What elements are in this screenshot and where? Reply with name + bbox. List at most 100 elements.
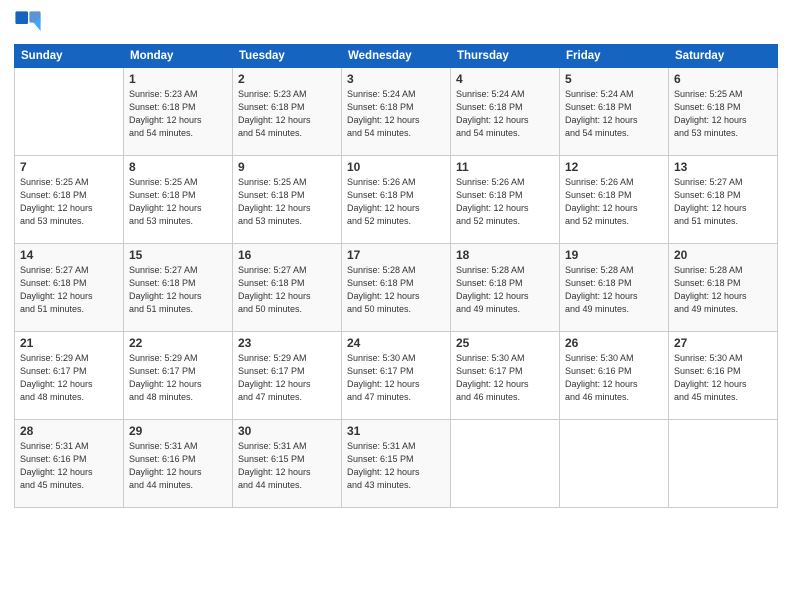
cell-sun-info: Sunrise: 5:27 AM Sunset: 6:18 PM Dayligh… bbox=[20, 264, 118, 316]
calendar-cell: 18 Sunrise: 5:28 AM Sunset: 6:18 PM Dayli… bbox=[451, 244, 560, 332]
cell-sun-info: Sunrise: 5:26 AM Sunset: 6:18 PM Dayligh… bbox=[347, 176, 445, 228]
cell-sun-info: Sunrise: 5:30 AM Sunset: 6:17 PM Dayligh… bbox=[347, 352, 445, 404]
calendar-cell: 23 Sunrise: 5:29 AM Sunset: 6:17 PM Dayli… bbox=[233, 332, 342, 420]
calendar-cell: 19 Sunrise: 5:28 AM Sunset: 6:18 PM Dayli… bbox=[560, 244, 669, 332]
day-number: 13 bbox=[674, 160, 772, 174]
week-row-2: 7 Sunrise: 5:25 AM Sunset: 6:18 PM Daylig… bbox=[15, 156, 778, 244]
cell-sun-info: Sunrise: 5:23 AM Sunset: 6:18 PM Dayligh… bbox=[129, 88, 227, 140]
weekday-header-sunday: Sunday bbox=[15, 45, 124, 68]
cell-sun-info: Sunrise: 5:24 AM Sunset: 6:18 PM Dayligh… bbox=[565, 88, 663, 140]
calendar-cell: 6 Sunrise: 5:25 AM Sunset: 6:18 PM Daylig… bbox=[669, 68, 778, 156]
cell-sun-info: Sunrise: 5:24 AM Sunset: 6:18 PM Dayligh… bbox=[456, 88, 554, 140]
day-number: 5 bbox=[565, 72, 663, 86]
week-row-5: 28 Sunrise: 5:31 AM Sunset: 6:16 PM Dayli… bbox=[15, 420, 778, 508]
cell-sun-info: Sunrise: 5:28 AM Sunset: 6:18 PM Dayligh… bbox=[456, 264, 554, 316]
cell-sun-info: Sunrise: 5:28 AM Sunset: 6:18 PM Dayligh… bbox=[565, 264, 663, 316]
calendar-cell: 17Sunrise: 5:28 AM Sunset: 6:18 PM Dayli… bbox=[342, 244, 451, 332]
calendar-cell: 3Sunrise: 5:24 AM Sunset: 6:18 PM Daylig… bbox=[342, 68, 451, 156]
cell-sun-info: Sunrise: 5:28 AM Sunset: 6:18 PM Dayligh… bbox=[674, 264, 772, 316]
day-number: 16 bbox=[238, 248, 336, 262]
cell-sun-info: Sunrise: 5:25 AM Sunset: 6:18 PM Dayligh… bbox=[674, 88, 772, 140]
calendar-cell: 10 Sunrise: 5:26 AM Sunset: 6:18 PM Dayli… bbox=[342, 156, 451, 244]
calendar-cell: 16 Sunrise: 5:27 AM Sunset: 6:18 PM Dayli… bbox=[233, 244, 342, 332]
calendar-cell: 12 Sunrise: 5:26 AM Sunset: 6:18 PM Dayli… bbox=[560, 156, 669, 244]
calendar-cell: 31 Sunrise: 5:31 AM Sunset: 6:15 PM Dayli… bbox=[342, 420, 451, 508]
cell-sun-info: Sunrise: 5:30 AM Sunset: 6:16 PM Dayligh… bbox=[674, 352, 772, 404]
weekday-header-friday: Friday bbox=[560, 45, 669, 68]
calendar-table: SundayMondayTuesdayWednesdayThursdayFrid… bbox=[14, 44, 778, 508]
calendar-cell: 14 Sunrise: 5:27 AM Sunset: 6:18 PM Dayli… bbox=[15, 244, 124, 332]
calendar-cell bbox=[560, 420, 669, 508]
calendar-cell: 8 Sunrise: 5:25 AM Sunset: 6:18 PM Daylig… bbox=[124, 156, 233, 244]
cell-sun-info: Sunrise: 5:23 AM Sunset: 6:18 PM Dayligh… bbox=[238, 88, 336, 140]
day-number: 6 bbox=[674, 72, 772, 86]
calendar-cell: 30 Sunrise: 5:31 AM Sunset: 6:15 PM Dayli… bbox=[233, 420, 342, 508]
day-number: 8 bbox=[129, 160, 227, 174]
day-number: 10 bbox=[347, 160, 445, 174]
calendar-cell: 11Sunrise: 5:26 AM Sunset: 6:18 PM Dayli… bbox=[451, 156, 560, 244]
day-number: 14 bbox=[20, 248, 118, 262]
weekday-header-monday: Monday bbox=[124, 45, 233, 68]
day-number: 27 bbox=[674, 336, 772, 350]
calendar-cell bbox=[451, 420, 560, 508]
day-number: 25 bbox=[456, 336, 554, 350]
calendar-cell: 1Sunrise: 5:23 AM Sunset: 6:18 PM Daylig… bbox=[124, 68, 233, 156]
cell-sun-info: Sunrise: 5:27 AM Sunset: 6:18 PM Dayligh… bbox=[129, 264, 227, 316]
day-number: 21 bbox=[20, 336, 118, 350]
calendar-cell: 24 Sunrise: 5:30 AM Sunset: 6:17 PM Dayli… bbox=[342, 332, 451, 420]
cell-sun-info: Sunrise: 5:31 AM Sunset: 6:15 PM Dayligh… bbox=[347, 440, 445, 492]
day-number: 2 bbox=[238, 72, 336, 86]
day-number: 23 bbox=[238, 336, 336, 350]
calendar-cell: 20 Sunrise: 5:28 AM Sunset: 6:18 PM Dayli… bbox=[669, 244, 778, 332]
calendar-cell bbox=[15, 68, 124, 156]
day-number: 28 bbox=[20, 424, 118, 438]
cell-sun-info: Sunrise: 5:25 AM Sunset: 6:18 PM Dayligh… bbox=[129, 176, 227, 228]
cell-sun-info: Sunrise: 5:27 AM Sunset: 6:18 PM Dayligh… bbox=[674, 176, 772, 228]
weekday-header-saturday: Saturday bbox=[669, 45, 778, 68]
cell-sun-info: Sunrise: 5:26 AM Sunset: 6:18 PM Dayligh… bbox=[565, 176, 663, 228]
day-number: 4 bbox=[456, 72, 554, 86]
weekday-header-wednesday: Wednesday bbox=[342, 45, 451, 68]
cell-sun-info: Sunrise: 5:29 AM Sunset: 6:17 PM Dayligh… bbox=[238, 352, 336, 404]
logo-icon bbox=[14, 10, 42, 38]
day-number: 3 bbox=[347, 72, 445, 86]
cell-sun-info: Sunrise: 5:28 AM Sunset: 6:18 PM Dayligh… bbox=[347, 264, 445, 316]
day-number: 29 bbox=[129, 424, 227, 438]
day-number: 31 bbox=[347, 424, 445, 438]
calendar-cell: 27 Sunrise: 5:30 AM Sunset: 6:16 PM Dayli… bbox=[669, 332, 778, 420]
calendar-cell: 4 Sunrise: 5:24 AM Sunset: 6:18 PM Daylig… bbox=[451, 68, 560, 156]
day-number: 24 bbox=[347, 336, 445, 350]
cell-sun-info: Sunrise: 5:29 AM Sunset: 6:17 PM Dayligh… bbox=[129, 352, 227, 404]
weekday-header-row: SundayMondayTuesdayWednesdayThursdayFrid… bbox=[15, 45, 778, 68]
week-row-3: 14 Sunrise: 5:27 AM Sunset: 6:18 PM Dayli… bbox=[15, 244, 778, 332]
weekday-header-tuesday: Tuesday bbox=[233, 45, 342, 68]
day-number: 22 bbox=[129, 336, 227, 350]
cell-sun-info: Sunrise: 5:27 AM Sunset: 6:18 PM Dayligh… bbox=[238, 264, 336, 316]
calendar-cell: 2 Sunrise: 5:23 AM Sunset: 6:18 PM Daylig… bbox=[233, 68, 342, 156]
day-number: 20 bbox=[674, 248, 772, 262]
day-number: 26 bbox=[565, 336, 663, 350]
day-number: 18 bbox=[456, 248, 554, 262]
day-number: 11 bbox=[456, 160, 554, 174]
cell-sun-info: Sunrise: 5:31 AM Sunset: 6:15 PM Dayligh… bbox=[238, 440, 336, 492]
cell-sun-info: Sunrise: 5:25 AM Sunset: 6:18 PM Dayligh… bbox=[20, 176, 118, 228]
calendar-cell: 29 Sunrise: 5:31 AM Sunset: 6:16 PM Dayli… bbox=[124, 420, 233, 508]
calendar-cell: 28Sunrise: 5:31 AM Sunset: 6:16 PM Dayli… bbox=[15, 420, 124, 508]
calendar-cell: 22 Sunrise: 5:29 AM Sunset: 6:17 PM Dayli… bbox=[124, 332, 233, 420]
day-number: 30 bbox=[238, 424, 336, 438]
calendar-cell: 13 Sunrise: 5:27 AM Sunset: 6:18 PM Dayli… bbox=[669, 156, 778, 244]
logo bbox=[14, 10, 46, 38]
day-number: 7 bbox=[20, 160, 118, 174]
day-number: 19 bbox=[565, 248, 663, 262]
day-number: 12 bbox=[565, 160, 663, 174]
calendar-cell: 5 Sunrise: 5:24 AM Sunset: 6:18 PM Daylig… bbox=[560, 68, 669, 156]
calendar-cell: 25Sunrise: 5:30 AM Sunset: 6:17 PM Dayli… bbox=[451, 332, 560, 420]
day-number: 9 bbox=[238, 160, 336, 174]
calendar-cell: 7 Sunrise: 5:25 AM Sunset: 6:18 PM Daylig… bbox=[15, 156, 124, 244]
cell-sun-info: Sunrise: 5:31 AM Sunset: 6:16 PM Dayligh… bbox=[129, 440, 227, 492]
calendar-cell: 21Sunrise: 5:29 AM Sunset: 6:17 PM Dayli… bbox=[15, 332, 124, 420]
day-number: 15 bbox=[129, 248, 227, 262]
week-row-1: 1Sunrise: 5:23 AM Sunset: 6:18 PM Daylig… bbox=[15, 68, 778, 156]
calendar-cell: 15 Sunrise: 5:27 AM Sunset: 6:18 PM Dayli… bbox=[124, 244, 233, 332]
calendar-cell: 26Sunrise: 5:30 AM Sunset: 6:16 PM Dayli… bbox=[560, 332, 669, 420]
